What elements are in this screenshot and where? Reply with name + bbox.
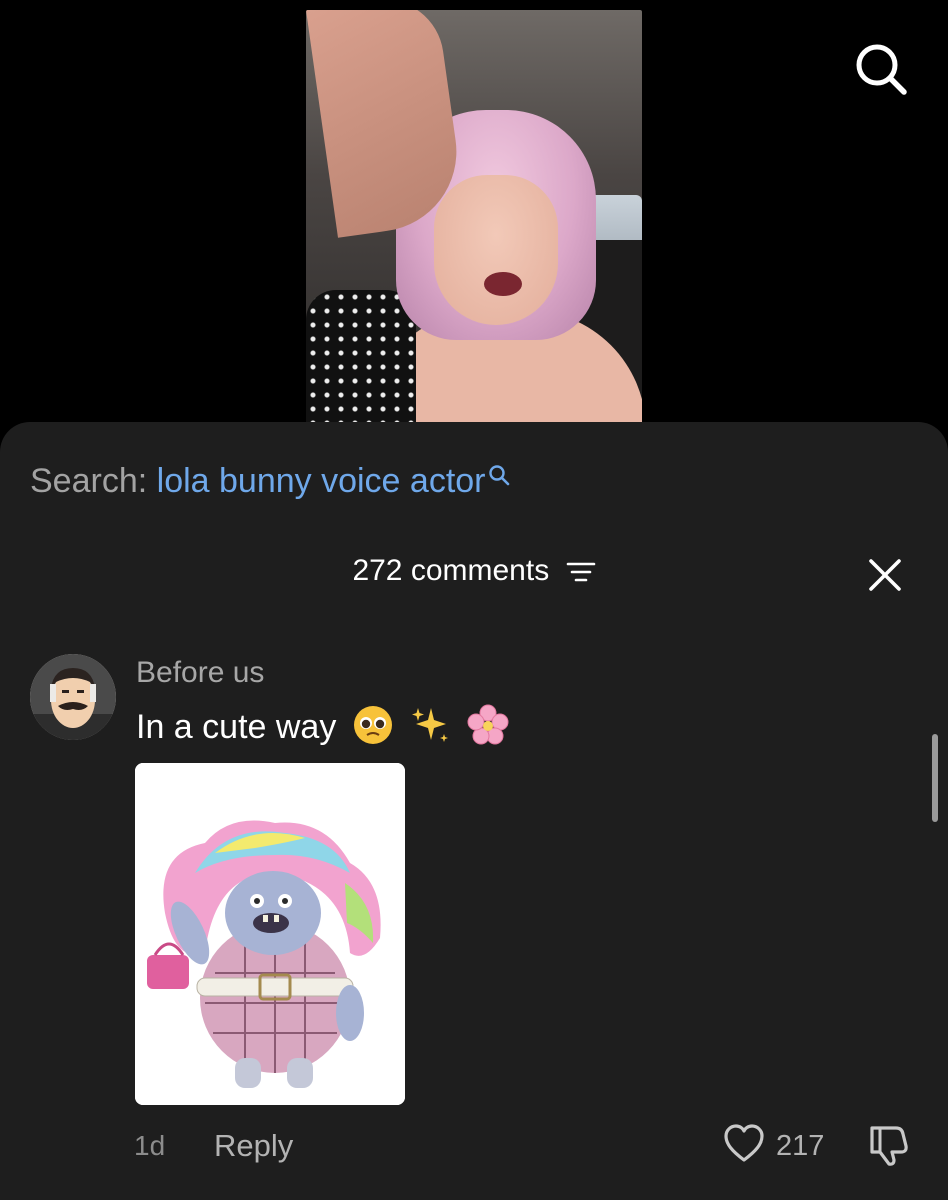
comment-image[interactable]	[135, 763, 405, 1105]
polka-dot-dress	[306, 290, 416, 424]
search-icon[interactable]	[852, 40, 910, 98]
comment-timestamp: 1d	[134, 1130, 166, 1161]
search-suggestion[interactable]: Search: lola bunny voice actor	[30, 462, 510, 501]
scrollbar[interactable]	[932, 734, 938, 822]
pleading-face-emoji	[353, 706, 392, 744]
cherry-blossom-emoji	[467, 704, 509, 745]
comment-username[interactable]: Before us	[136, 656, 264, 690]
comments-count: 272 comments	[352, 554, 550, 587]
comment-body: In a cute way	[136, 704, 509, 747]
person-mouth	[484, 272, 522, 296]
search-label: Search:	[30, 462, 148, 500]
search-icon	[488, 465, 509, 486]
thumbs-down-icon[interactable]	[866, 1122, 910, 1168]
close-icon[interactable]	[866, 556, 904, 594]
comments-sheet: Search: lola bunny voice actor 272 comme…	[0, 422, 948, 1200]
comment-text: In a cute way	[136, 708, 337, 746]
comments-count-header[interactable]: 272 comments	[0, 554, 948, 588]
reply-button[interactable]: Reply	[214, 1128, 293, 1164]
heart-icon[interactable]	[722, 1122, 766, 1166]
search-query-link[interactable]: lola bunny voice actor	[157, 462, 486, 500]
video-preview[interactable]	[306, 10, 642, 424]
like-count: 217	[776, 1130, 825, 1162]
sparkles-emoji	[412, 708, 449, 742]
person-face	[434, 175, 558, 325]
filter-icon[interactable]	[566, 560, 596, 584]
avatar[interactable]	[30, 654, 116, 740]
